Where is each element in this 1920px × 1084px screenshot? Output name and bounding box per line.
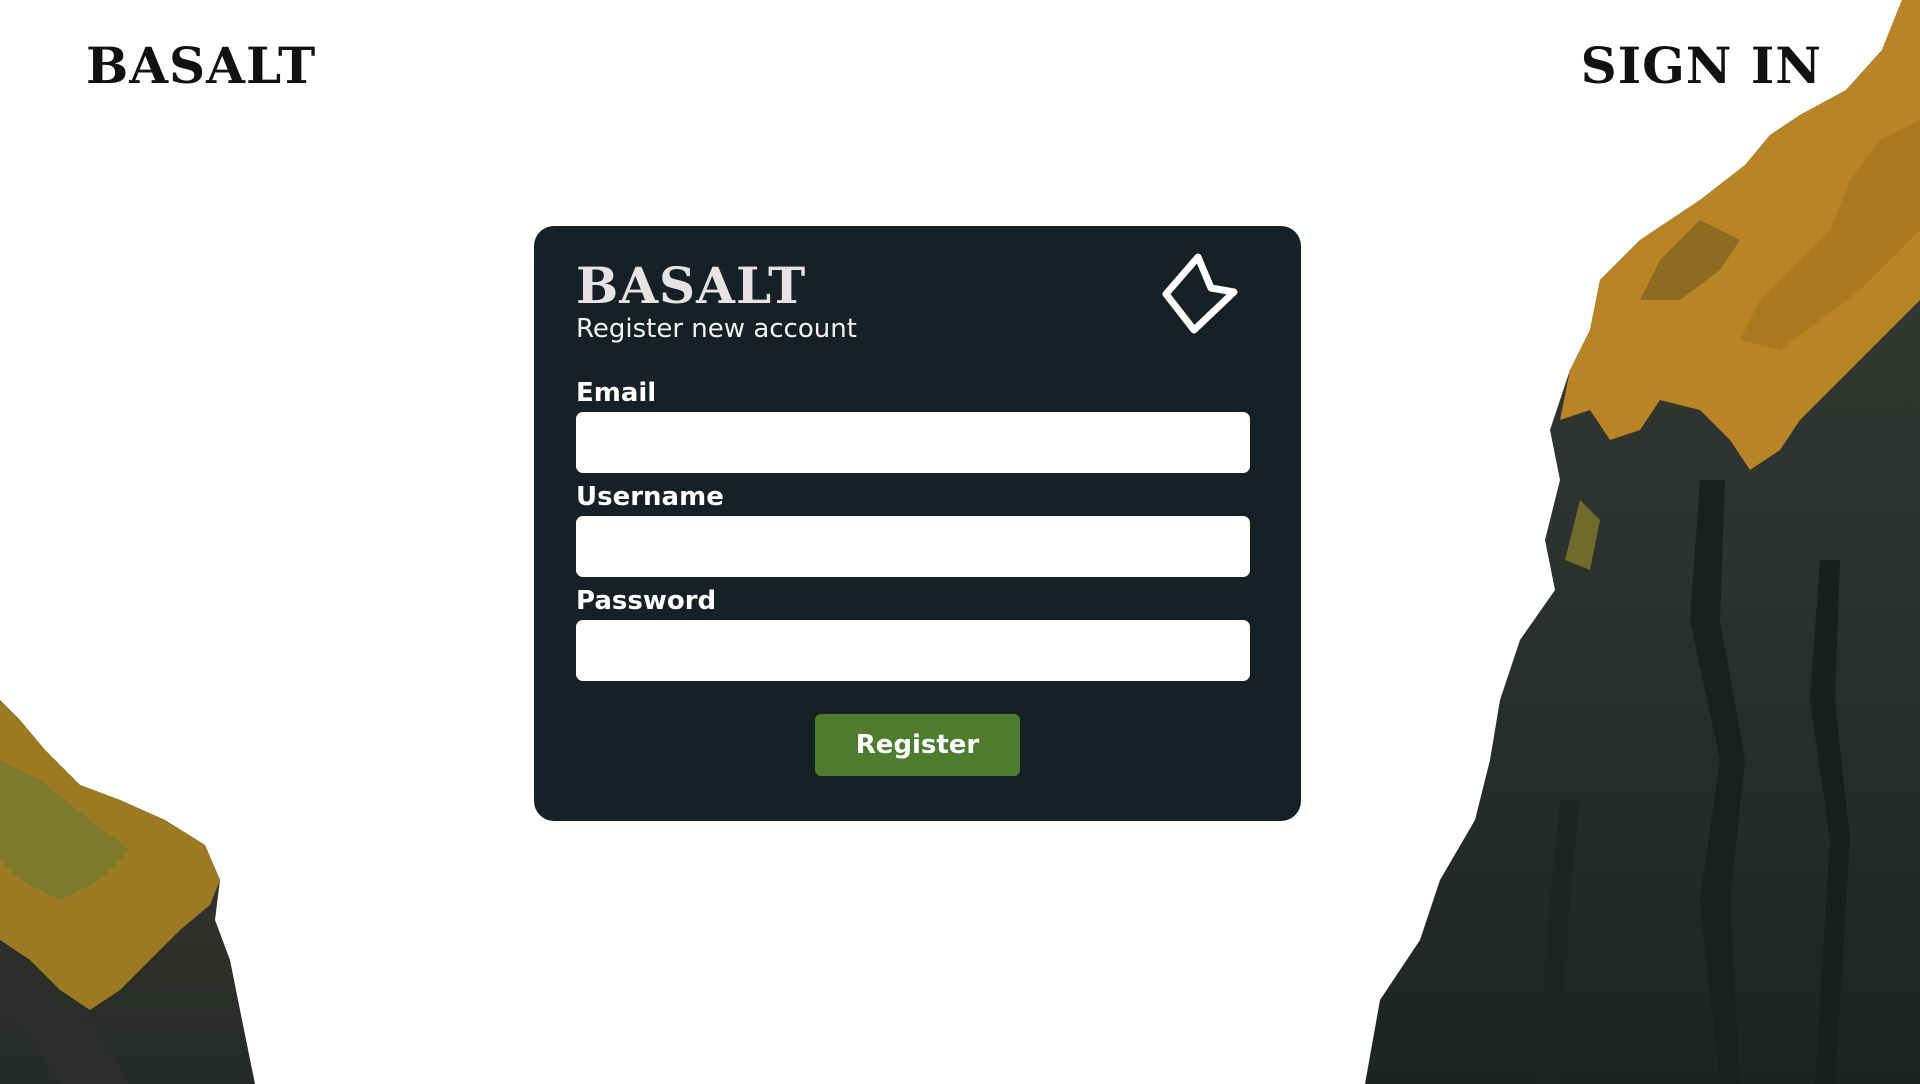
basalt-logo-icon [1162,253,1238,334]
card-brand-title: BASALT [576,256,807,315]
left-cliff [0,700,255,1084]
register-card: BASALT Register new account Email Userna… [534,226,1301,821]
email-field[interactable] [576,412,1250,473]
right-cliff [1365,0,1920,1084]
register-button[interactable]: Register [815,714,1020,776]
username-field[interactable] [576,516,1250,577]
sign-in-link[interactable]: SIGN IN [1581,36,1822,95]
username-label: Username [576,482,724,512]
password-label: Password [576,586,717,616]
password-field[interactable] [576,620,1250,681]
site-logo-text[interactable]: BASALT [86,36,316,95]
email-label: Email [576,378,657,408]
card-subtitle: Register new account [576,314,857,344]
